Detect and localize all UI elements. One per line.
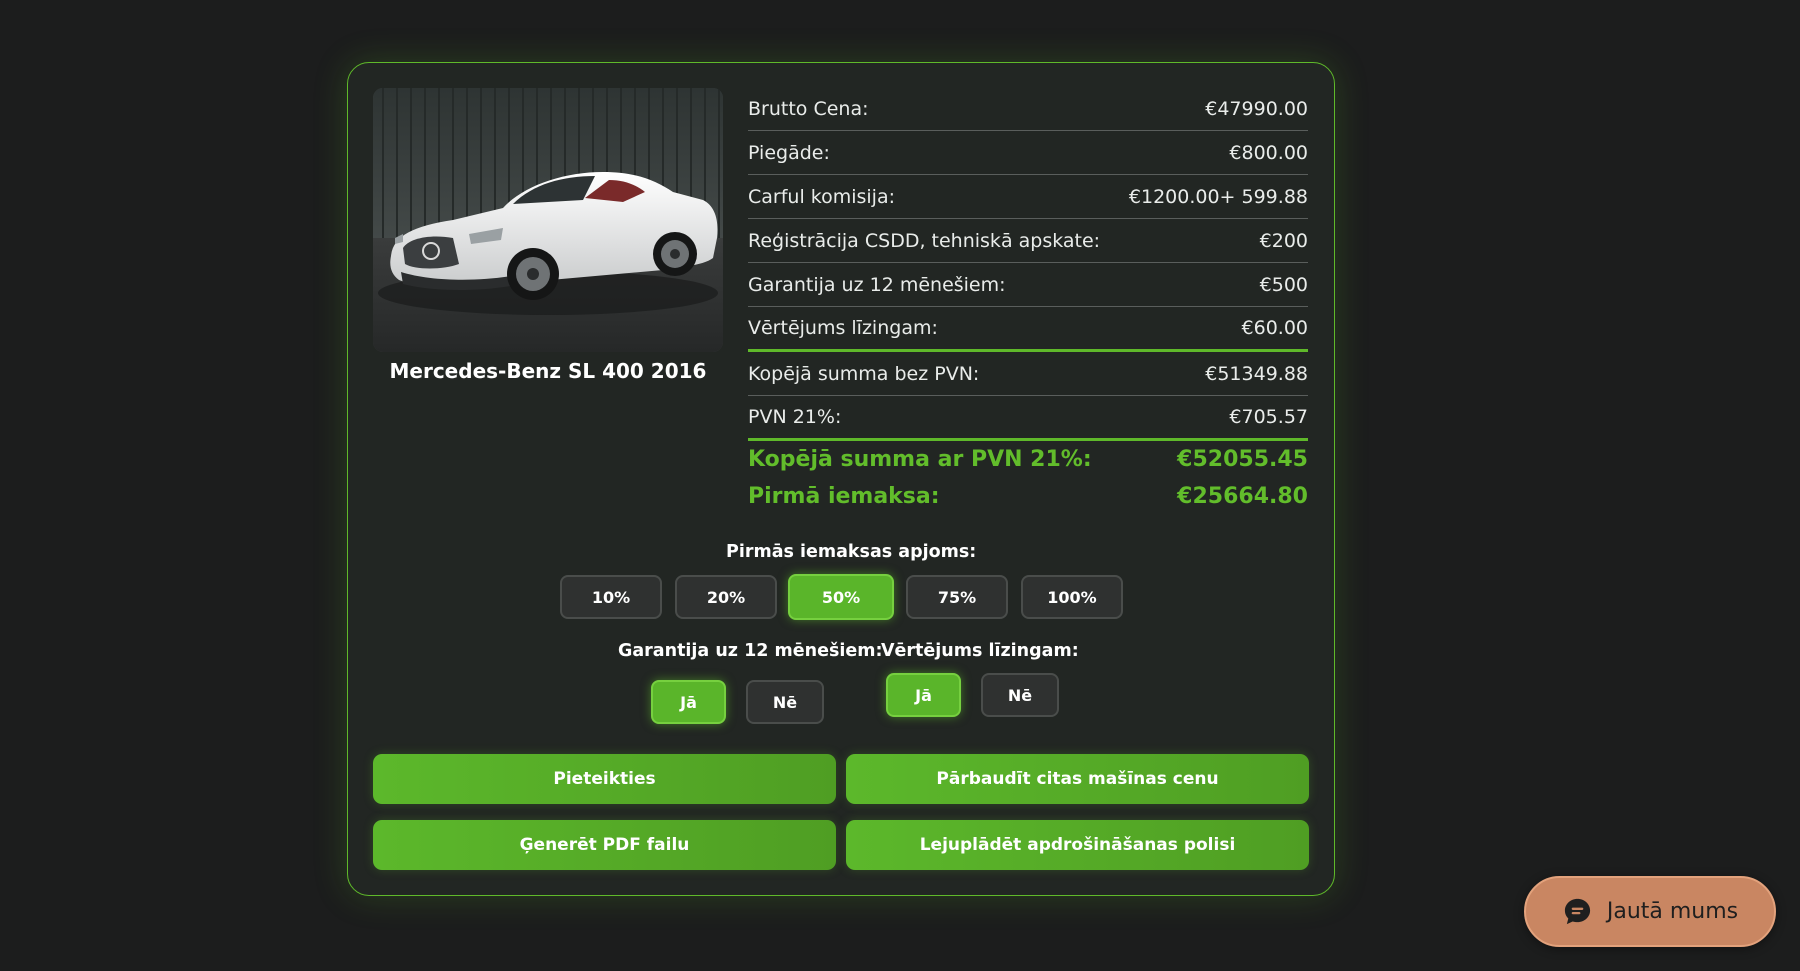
download-policy-button[interactable]: Lejuplādēt apdrošināšanas polisi <box>846 820 1309 870</box>
valuation-title: Vērtējums līzingam: <box>881 641 1079 661</box>
price-value: €705.57 <box>1229 406 1308 428</box>
warranty-yes-button[interactable]: Jā <box>651 680 726 724</box>
down-payment-75-button[interactable]: 75% <box>906 575 1008 619</box>
car-illustration <box>373 88 723 352</box>
price-row-commission: Carful komisija: €1200.00+ 599.88 <box>748 175 1308 219</box>
first-payment-label: Pirmā iemaksa: <box>748 484 940 509</box>
price-row-vat: PVN 21%: €705.57 <box>748 396 1308 441</box>
price-label: Kopējā summa bez PVN: <box>748 362 980 385</box>
price-row-subtotal: Kopējā summa bez PVN: €51349.88 <box>748 352 1308 396</box>
price-label: Reģistrācija CSDD, tehniskā apskate: <box>748 229 1101 252</box>
chat-label: Jautā mums <box>1606 899 1739 924</box>
first-payment: Pirmā iemaksa: €25664.80 <box>748 478 1308 515</box>
car-photo <box>373 88 723 352</box>
price-row-valuation: Vērtējums līzingam: €60.00 <box>748 307 1308 352</box>
price-row-registration: Reģistrācija CSDD, tehniskā apskate: €20… <box>748 219 1308 263</box>
price-value: €800.00 <box>1229 141 1308 164</box>
price-value: €51349.88 <box>1205 362 1308 385</box>
valuation-no-button[interactable]: Nē <box>981 673 1059 717</box>
price-label: Piegāde: <box>748 141 830 164</box>
chat-button[interactable]: Jautā mums <box>1524 876 1776 947</box>
price-value: €500 <box>1259 273 1308 296</box>
total-value: €52055.45 <box>1177 447 1308 472</box>
price-row-brutto: Brutto Cena: €47990.00 <box>748 87 1308 131</box>
price-label: Vērtējums līzingam: <box>748 317 938 339</box>
price-row-delivery: Piegāde: €800.00 <box>748 131 1308 175</box>
price-value: €47990.00 <box>1205 97 1308 120</box>
price-value: €1200.00+ 599.88 <box>1128 185 1308 208</box>
total-with-vat: Kopējā summa ar PVN 21%: €52055.45 <box>748 441 1308 478</box>
price-label: Carful komisija: <box>748 185 896 208</box>
price-breakdown: Brutto Cena: €47990.00 Piegāde: €800.00 … <box>748 87 1308 515</box>
price-label: Brutto Cena: <box>748 97 869 120</box>
car-title: Mercedes-Benz SL 400 2016 <box>389 359 707 383</box>
warranty-title: Garantija uz 12 mēnešiem: <box>618 641 883 661</box>
chat-bubble-icon <box>1564 898 1590 925</box>
valuation-yes-button[interactable]: Jā <box>886 673 961 717</box>
check-other-car-button[interactable]: Pārbaudīt citas mašīnas cenu <box>846 754 1309 804</box>
price-label: Garantija uz 12 mēnešiem: <box>748 273 1006 296</box>
first-payment-value: €25664.80 <box>1177 484 1308 509</box>
down-payment-50-button[interactable]: 50% <box>788 574 894 620</box>
price-row-warranty: Garantija uz 12 mēnešiem: €500 <box>748 263 1308 307</box>
price-label: PVN 21%: <box>748 406 842 428</box>
down-payment-title: Pirmās iemaksas apjoms: <box>726 542 977 562</box>
apply-button[interactable]: Pieteikties <box>373 754 836 804</box>
warranty-no-button[interactable]: Nē <box>746 680 824 724</box>
down-payment-100-button[interactable]: 100% <box>1021 575 1123 619</box>
total-label: Kopējā summa ar PVN 21%: <box>748 447 1092 472</box>
price-value: €60.00 <box>1241 317 1308 339</box>
generate-pdf-button[interactable]: Ģenerēt PDF failu <box>373 820 836 870</box>
price-calculator-card: Mercedes-Benz SL 400 2016 Brutto Cena: €… <box>347 62 1335 896</box>
price-value: €200 <box>1259 229 1308 252</box>
down-payment-20-button[interactable]: 20% <box>675 575 777 619</box>
down-payment-10-button[interactable]: 10% <box>560 575 662 619</box>
